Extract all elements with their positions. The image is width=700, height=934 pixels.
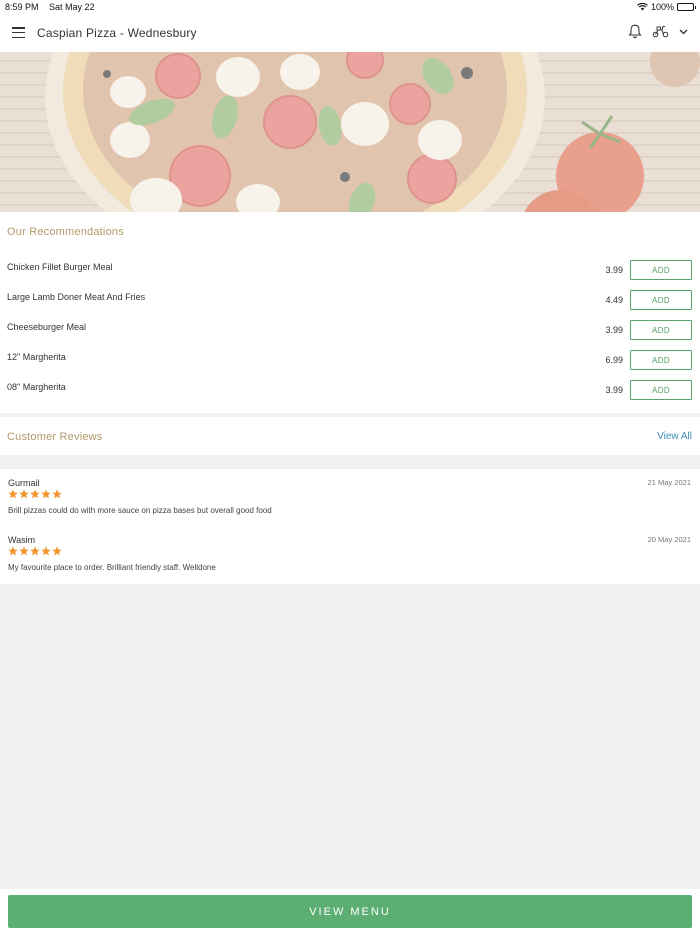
item-price: 4.49 <box>605 295 623 305</box>
star-icon <box>19 546 29 556</box>
recommendation-item: Cheeseburger Meal 3.99 ADD <box>0 320 700 344</box>
page-title: Caspian Pizza - Wednesbury <box>37 26 197 40</box>
view-all-link[interactable]: View All <box>657 431 692 442</box>
star-rating <box>8 546 62 556</box>
battery-percent: 100% <box>650 2 674 12</box>
item-name: 08" Margherita <box>7 382 66 392</box>
add-button[interactable]: ADD <box>630 290 692 310</box>
status-time: 8:59 PM <box>5 2 39 12</box>
recommendations-section: Our Recommendations Chicken Fillet Burge… <box>0 212 700 413</box>
reviewer-name: Gurmail <box>8 478 40 488</box>
star-icon <box>30 489 40 499</box>
reviewer-name: Wasim <box>8 535 36 545</box>
item-price: 3.99 <box>605 325 623 335</box>
add-button[interactable]: ADD <box>630 350 692 370</box>
add-button[interactable]: ADD <box>630 260 692 280</box>
reviews-list: Gurmail 21 May 2021 Brill pizzas could d… <box>0 469 700 584</box>
star-icon <box>19 489 29 499</box>
star-icon <box>30 546 40 556</box>
star-rating <box>8 489 62 499</box>
chevron-down-icon[interactable] <box>679 29 688 35</box>
item-name: Cheeseburger Meal <box>7 322 87 332</box>
reviews-title: Customer Reviews <box>7 431 103 443</box>
item-price: 3.99 <box>605 265 623 275</box>
recommendation-item: 08" Margherita 3.99 ADD <box>0 380 700 404</box>
reviews-header: Customer Reviews View All <box>0 417 700 455</box>
star-icon <box>41 489 51 499</box>
bottom-bar: VIEW MENU <box>0 889 700 934</box>
review-text: Brill pizzas could do with more sauce on… <box>8 506 272 515</box>
top-nav-bar: Caspian Pizza - Wednesbury <box>0 14 700 52</box>
item-name: Large Lamb Doner Meat And Fries <box>7 292 146 302</box>
review-item: Wasim 20 May 2021 My favourite place to … <box>0 526 700 576</box>
review-text: My favourite place to order. Brilliant f… <box>8 563 216 572</box>
battery-icon <box>677 3 696 11</box>
item-name: 12" Margherita <box>7 352 66 362</box>
review-date: 21 May 2021 <box>647 478 691 487</box>
star-icon <box>8 546 18 556</box>
item-price: 3.99 <box>605 385 623 395</box>
hero-pizza-image <box>0 52 700 212</box>
review-date: 20 May 2021 <box>647 535 691 544</box>
item-price: 6.99 <box>605 355 623 365</box>
scooter-icon[interactable] <box>652 25 669 38</box>
add-button[interactable]: ADD <box>630 380 692 400</box>
star-icon <box>41 546 51 556</box>
add-button[interactable]: ADD <box>630 320 692 340</box>
status-bar: 8:59 PM Sat May 22 100% <box>0 0 700 14</box>
star-icon <box>52 546 62 556</box>
recommendation-item: Chicken Fillet Burger Meal 3.99 ADD <box>0 260 700 284</box>
wifi-icon <box>637 3 648 11</box>
status-date: Sat May 22 <box>49 2 95 12</box>
bell-icon[interactable] <box>628 24 642 39</box>
view-menu-button[interactable]: VIEW MENU <box>8 895 692 928</box>
item-name: Chicken Fillet Burger Meal <box>7 262 113 272</box>
review-item: Gurmail 21 May 2021 Brill pizzas could d… <box>0 469 700 519</box>
recommendation-item: Large Lamb Doner Meat And Fries 4.49 ADD <box>0 290 700 314</box>
star-icon <box>52 489 62 499</box>
recommendations-title: Our Recommendations <box>7 226 124 238</box>
recommendation-item: 12" Margherita 6.99 ADD <box>0 350 700 374</box>
star-icon <box>8 489 18 499</box>
menu-icon[interactable] <box>12 27 25 38</box>
